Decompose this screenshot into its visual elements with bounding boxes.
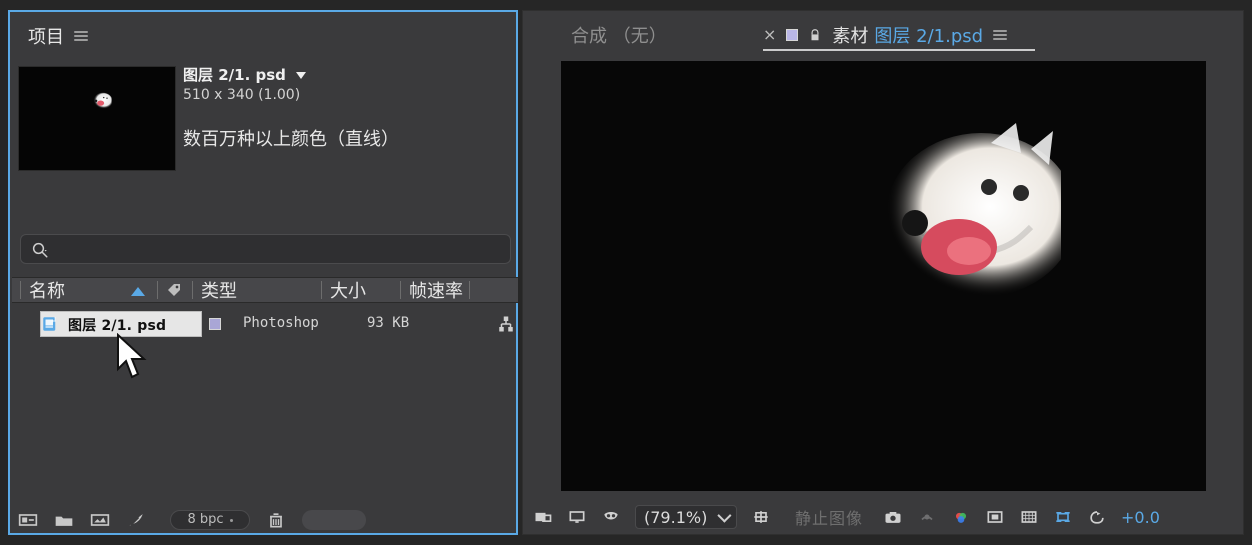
bit-depth-button[interactable]: 8 bpc (170, 509, 250, 530)
app-root: 项目 图层 2/1. psd 510 x 340 (1.00) 数百万种以上颜色… (0, 0, 1252, 545)
column-separator (469, 281, 470, 299)
footer-pill-control[interactable] (302, 509, 366, 530)
new-composition-icon[interactable] (90, 512, 110, 528)
selected-item-name: 图层 2/1. psd (183, 66, 286, 84)
project-panel-header: 项目 (28, 20, 88, 52)
column-separator (400, 281, 401, 299)
row-label-swatch[interactable] (209, 318, 221, 330)
always-preview-icon[interactable] (533, 508, 553, 526)
tab-footage[interactable]: × 素材 图层 2/1.psd (763, 22, 1008, 48)
interpret-footage-icon[interactable] (18, 512, 38, 528)
panel-menu-icon[interactable] (74, 30, 88, 42)
feather-icon[interactable] (126, 512, 146, 528)
zoom-value: (79.1%) (644, 507, 708, 527)
trash-icon[interactable] (266, 512, 286, 528)
chevron-down-icon (717, 508, 732, 523)
footage-tab-name: 图层 2/1.psd (874, 26, 984, 47)
column-type[interactable]: 类型 (201, 277, 237, 303)
mask-icon[interactable] (601, 508, 621, 526)
camera-icon[interactable] (883, 508, 903, 526)
selected-item-meta: 图层 2/1. psd 510 x 340 (1.00) 数百万种以上颜色（直线… (183, 64, 503, 151)
viewer-toolbar: (79.1%) 静止图像 +0.0 (533, 503, 1233, 531)
transparency-grid-icon[interactable] (1019, 508, 1039, 526)
viewer-dog-image (886, 123, 1061, 297)
viewer-panel: 合成 （无） × 素材 图层 2/1.psd (79.1%) 静止图像 +0.0 (522, 10, 1244, 535)
monitor-icon[interactable] (567, 508, 587, 526)
target-region-icon[interactable] (1053, 508, 1073, 526)
viewer-tabbar: 合成 （无） × 素材 图层 2/1.psd (523, 11, 1243, 55)
show-snapshot-icon[interactable] (917, 508, 937, 526)
safe-margins-icon[interactable] (985, 508, 1005, 526)
project-panel: 项目 图层 2/1. psd 510 x 340 (1.00) 数百万种以上颜色… (8, 10, 518, 535)
flowchart-icon[interactable] (497, 315, 515, 333)
close-tab-icon[interactable]: × (763, 25, 776, 44)
search-icon (32, 242, 48, 258)
table-row[interactable]: 图层 2/1. psd Photoshop 93 KB (12, 311, 518, 337)
lock-icon[interactable] (808, 28, 822, 42)
project-panel-title: 项目 (28, 27, 64, 48)
column-separator (20, 281, 21, 299)
channel-rgb-icon[interactable] (951, 508, 971, 526)
row-name: 图层 2/1. psd (68, 318, 167, 334)
active-tab-underline (763, 49, 1035, 51)
selected-item-color-mode: 数百万种以上颜色（直线） (183, 129, 399, 150)
project-table-header: 名称 类型 大小 帧速率 (12, 277, 518, 303)
reset-exposure-icon[interactable] (1087, 508, 1107, 526)
footage-tab-title: 素材 图层 2/1.psd (832, 22, 983, 48)
column-separator (192, 281, 193, 299)
psd-file-icon (43, 317, 56, 331)
footage-color-swatch[interactable] (786, 29, 799, 41)
dropdown-caret-icon[interactable] (295, 72, 306, 79)
tab-menu-icon[interactable] (993, 29, 1008, 41)
bit-depth-label: 8 bpc (187, 512, 224, 527)
snapshot-label: 静止图像 (795, 509, 864, 528)
new-folder-icon[interactable] (54, 512, 74, 528)
project-panel-footer: 8 bpc (12, 506, 518, 533)
viewer-canvas[interactable] (561, 61, 1206, 491)
tab-composition[interactable]: 合成 （无） (571, 22, 667, 48)
column-separator (157, 281, 158, 299)
footage-tab-prefix: 素材 (832, 26, 869, 47)
zoom-dropdown[interactable]: (79.1%) (635, 505, 737, 529)
thumbnail-dog-image (93, 92, 112, 109)
exposure-value[interactable]: +0.0 (1121, 508, 1160, 527)
bit-depth-dot-icon (229, 519, 233, 522)
thumbnail-preview (18, 66, 176, 171)
column-frame-rate[interactable]: 帧速率 (409, 277, 463, 303)
region-of-interest-icon[interactable] (751, 508, 771, 526)
row-type: Photoshop (243, 315, 319, 331)
mouse-cursor-icon (117, 333, 147, 379)
project-search-input[interactable] (20, 234, 511, 264)
column-name[interactable]: 名称 (29, 277, 65, 303)
sort-ascending-icon[interactable] (131, 286, 145, 296)
selected-item-name-row[interactable]: 图层 2/1. psd (183, 64, 503, 85)
selected-item-dimensions: 510 x 340 (1.00) (183, 87, 301, 103)
row-size: 93 KB (367, 315, 410, 331)
label-tag-icon[interactable] (166, 282, 182, 298)
column-separator (321, 281, 322, 299)
column-size[interactable]: 大小 (330, 277, 366, 303)
